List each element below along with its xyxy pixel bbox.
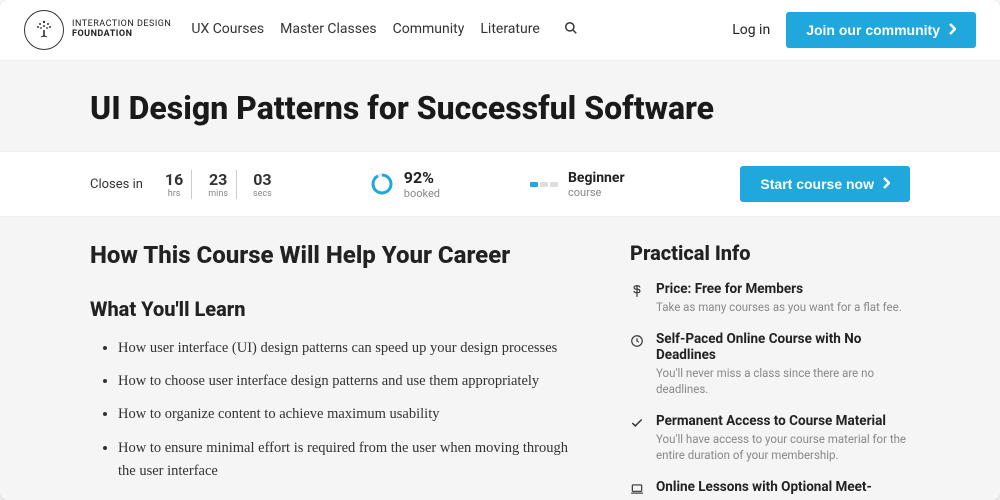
start-course-label: Start course now (760, 176, 874, 192)
booked-indicator: 92% booked (370, 168, 440, 200)
info-desc: Take as many courses as you want for a f… (656, 299, 902, 315)
laptop-icon (630, 481, 646, 497)
info-title: Price: Free for Members (656, 281, 902, 297)
countdown-seconds: 03 secs (245, 170, 280, 199)
logo-text: INTERACTION DESIGN FOUNDATION (72, 20, 171, 40)
practical-heading: Practical Info (630, 241, 910, 265)
chevron-right-icon (948, 22, 956, 38)
closes-in-label: Closes in (90, 177, 143, 192)
join-button-label: Join our community (806, 22, 940, 38)
main-nav: UX Courses Master Classes Community Lite… (191, 21, 577, 39)
career-section: How This Course Will Help Your Career Wh… (90, 241, 570, 500)
main-header: INTERACTION DESIGN FOUNDATION UX Courses… (0, 0, 1000, 61)
learn-list: How user interface (UI) design patterns … (90, 337, 570, 483)
info-title: Self-Paced Online Course with No Deadlin… (656, 331, 910, 363)
info-self-paced: Self-Paced Online Course with No Deadlin… (630, 331, 910, 397)
list-item: How to organize content to achieve maxim… (118, 403, 570, 426)
search-icon[interactable] (564, 21, 578, 39)
career-heading: How This Course Will Help Your Career (90, 241, 570, 269)
list-item: How to ensure minimal effort is required… (118, 437, 570, 483)
main-content: How This Course Will Help Your Career Wh… (0, 217, 1000, 500)
countdown: Closes in 16 hrs 23 mins 03 secs (90, 170, 280, 199)
nav-community[interactable]: Community (393, 21, 465, 39)
list-item: How to choose user interface design patt… (118, 370, 570, 393)
list-item: How user interface (UI) design patterns … (118, 337, 570, 360)
booked-percent: 92% (404, 168, 440, 187)
learn-heading: What You'll Learn (90, 297, 570, 321)
start-course-button[interactable]: Start course now (740, 166, 910, 202)
practical-info-section: Practical Info Price: Free for Members T… (630, 241, 910, 500)
check-icon (630, 415, 646, 431)
stats-bar: Closes in 16 hrs 23 mins 03 secs 92% boo… (0, 151, 1000, 217)
info-permanent-access: Permanent Access to Course Material You'… (630, 413, 910, 463)
info-online-lessons: Online Lessons with Optional Meet- (630, 479, 910, 497)
booked-label: booked (404, 187, 440, 200)
countdown-hours: 16 hrs (157, 170, 192, 199)
info-desc: You'll have access to your course materi… (656, 431, 910, 463)
logo[interactable]: INTERACTION DESIGN FOUNDATION (24, 10, 171, 50)
info-title: Online Lessons with Optional Meet- (656, 479, 872, 495)
nav-literature[interactable]: Literature (480, 21, 539, 39)
chevron-right-icon (882, 176, 890, 192)
nav-master-classes[interactable]: Master Classes (280, 21, 377, 39)
page-title: UI Design Patterns for Successful Softwa… (90, 89, 910, 127)
dollar-icon (630, 283, 646, 299)
clock-icon (630, 333, 646, 349)
level-name: Beginner (568, 170, 625, 186)
join-button[interactable]: Join our community (786, 12, 976, 48)
level-dots-icon (530, 182, 558, 187)
level-label: course (568, 186, 625, 199)
nav-ux-courses[interactable]: UX Courses (191, 21, 264, 39)
info-desc: You'll never miss a class since there ar… (656, 365, 910, 397)
info-price: Price: Free for Members Take as many cou… (630, 281, 910, 315)
logo-icon (24, 10, 64, 50)
login-link[interactable]: Log in (732, 22, 770, 38)
title-banner: UI Design Patterns for Successful Softwa… (0, 61, 1000, 151)
info-title: Permanent Access to Course Material (656, 413, 910, 429)
progress-ring-icon (370, 172, 394, 196)
countdown-minutes: 23 mins (200, 170, 237, 199)
level-indicator: Beginner course (530, 170, 625, 199)
